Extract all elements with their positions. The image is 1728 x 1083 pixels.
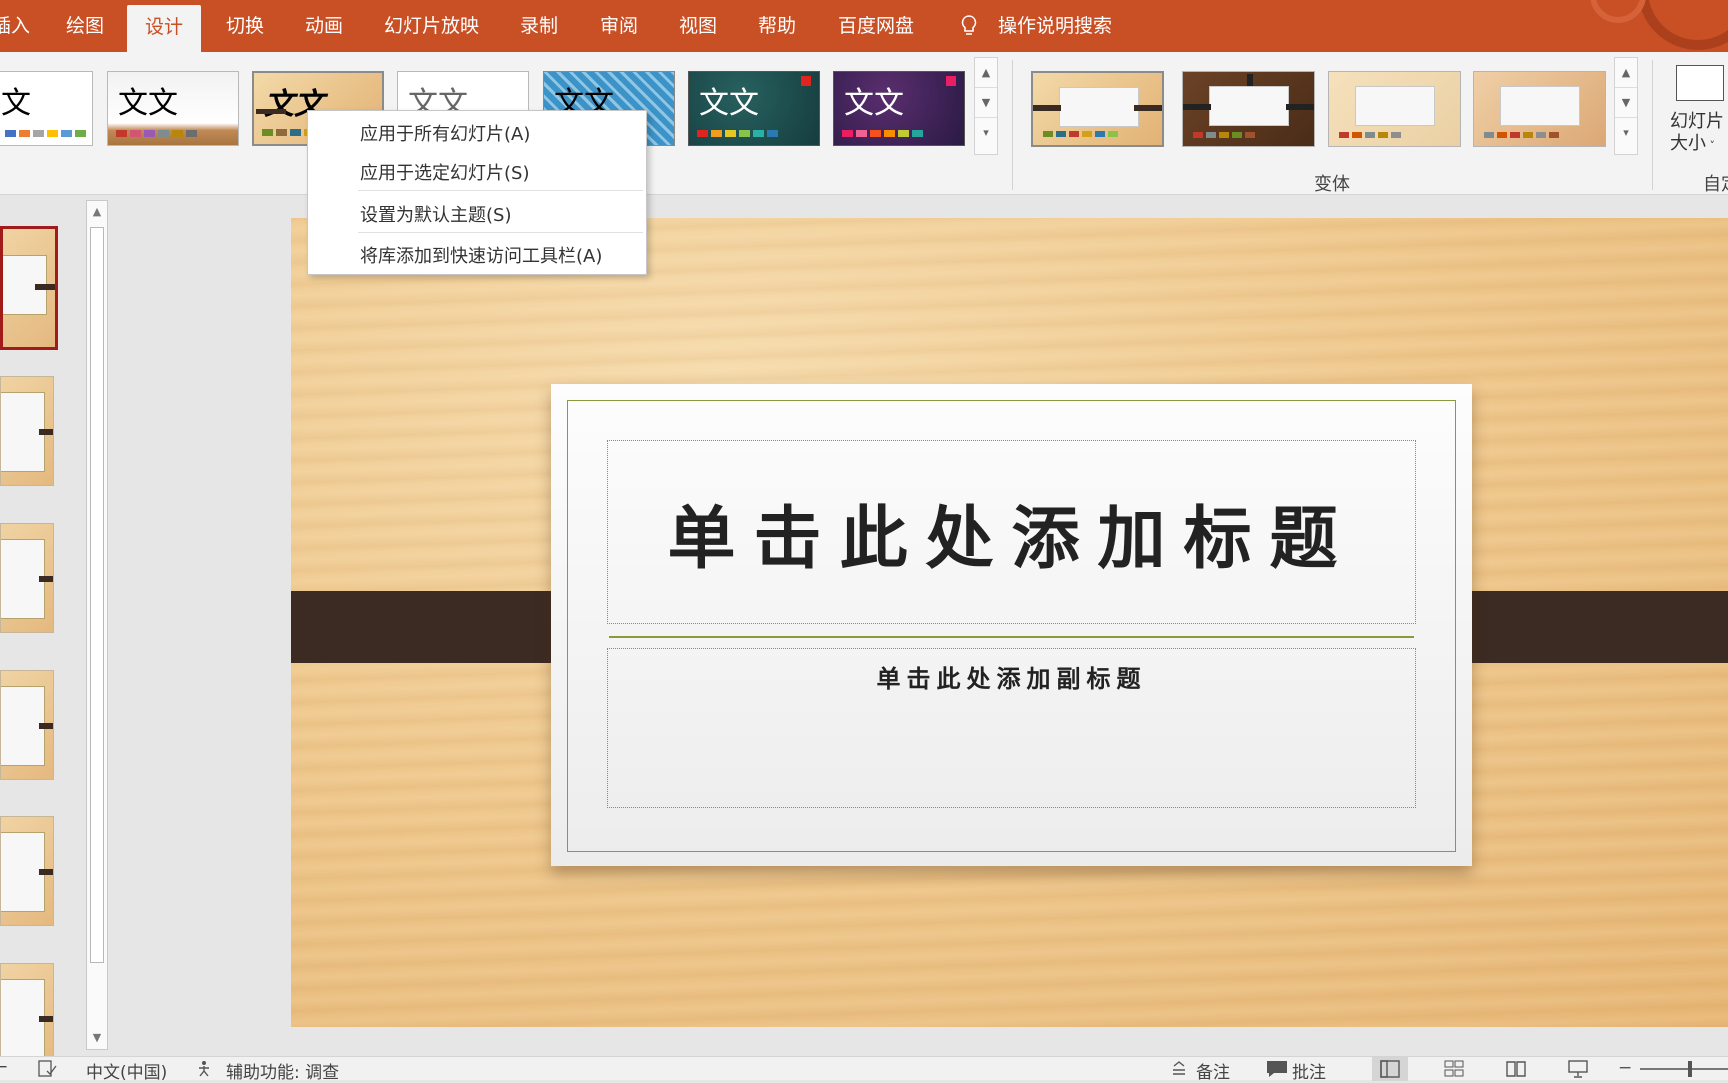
variants-gallery-scroll[interactable]: ▲ ▼ ▾: [1614, 57, 1638, 155]
normal-view-icon: [1380, 1060, 1400, 1078]
tab-design[interactable]: 设计: [127, 5, 202, 52]
theme-ion[interactable]: 文文: [688, 71, 820, 146]
slide-thumbnail[interactable]: [0, 816, 54, 926]
scrollbar-thumb[interactable]: [90, 227, 104, 963]
slide-canvas[interactable]: 单击此处添加标题 单击此处添加副标题: [291, 218, 1728, 1027]
title-separator: [609, 636, 1414, 638]
slide-size-label-2: 大小: [1670, 133, 1706, 154]
title-placeholder[interactable]: 单击此处添加标题: [607, 440, 1416, 624]
reading-view-button[interactable]: [1498, 1057, 1534, 1081]
slide-sorter-icon: [1444, 1060, 1464, 1077]
ribbon-decoration: [1590, 0, 1728, 50]
accessibility-icon: [199, 1061, 209, 1077]
variant-4[interactable]: [1473, 71, 1606, 147]
theme-office[interactable]: 文文: [0, 71, 93, 146]
menu-separator: [358, 232, 643, 233]
menu-item-apply-all[interactable]: 应用于所有幻灯片(A): [360, 120, 530, 146]
gallery-more-icon[interactable]: ▾: [975, 118, 997, 148]
tab-animations[interactable]: 动画: [305, 0, 343, 52]
ribbon-divider: [1012, 60, 1013, 190]
menu-item-apply-selected[interactable]: 应用于选定幻灯片(S): [360, 159, 529, 185]
tab-help[interactable]: 帮助: [758, 0, 796, 52]
ribbon-design-panel: 文文 文文 文文 文文 文文 文文 文文 ▲▼▾: [0, 52, 1728, 195]
menu-item-set-default[interactable]: 设置为默认主题(S): [360, 201, 511, 227]
subtitle-placeholder[interactable]: 单击此处添加副标题: [607, 648, 1416, 808]
normal-view-button[interactable]: [1372, 1057, 1408, 1081]
slide-thumbnail[interactable]: [0, 670, 54, 780]
tab-review[interactable]: 审阅: [600, 0, 638, 52]
themes-gallery-scroll[interactable]: ▲ ▼ ▾: [974, 57, 998, 155]
slide-size-icon: [1676, 65, 1724, 101]
context-menu: 应用于所有幻灯片(A) 应用于选定幻灯片(S) 设置为默认主题(S) 将库添加到…: [307, 110, 647, 275]
variants-group-label: 变体: [1314, 174, 1350, 195]
spelling-check-icon[interactable]: [38, 1060, 58, 1078]
slide-card: 单击此处添加标题 单击此处添加副标题: [551, 384, 1472, 866]
slide-counter-icon: ⌐: [0, 1058, 9, 1078]
comment-icon: [1267, 1061, 1287, 1077]
thumbnail-scrollbar[interactable]: ▲ ▼: [86, 200, 108, 1050]
theme-swatches: [842, 130, 923, 137]
tab-insert[interactable]: 插入: [0, 0, 30, 52]
theme-swatches: [697, 130, 778, 137]
zoom-slider-thumb[interactable]: [1688, 1061, 1692, 1077]
theme-sample-text: 文文: [699, 86, 759, 121]
tab-record[interactable]: 录制: [520, 0, 558, 52]
tab-slideshow[interactable]: 幻灯片放映: [384, 0, 479, 52]
tab-baidu-netdisk[interactable]: 百度网盘: [838, 0, 914, 52]
strap-left: [291, 591, 581, 663]
tab-view[interactable]: 视图: [679, 0, 717, 52]
menu-separator: [358, 190, 643, 191]
menu-item-add-to-qat[interactable]: 将库添加到快速访问工具栏(A): [360, 242, 602, 268]
slide-sorter-button[interactable]: [1436, 1057, 1472, 1081]
slideshow-view-icon: [1568, 1060, 1588, 1078]
theme-sample-text: 文文: [0, 86, 31, 121]
slide-thumbnail[interactable]: [0, 226, 58, 350]
status-bar: ⌐ 中文(中国) 辅助功能: 调查 备注 批注 −: [0, 1056, 1728, 1083]
tell-me-search[interactable]: 操作说明搜索: [998, 0, 1112, 52]
ribbon-divider: [1652, 60, 1653, 190]
subtitle-placeholder-text: 单击此处添加副标题: [876, 664, 1147, 693]
slide-thumbnail[interactable]: [0, 523, 54, 633]
zoom-out-icon[interactable]: −: [1618, 1058, 1632, 1078]
tab-transitions[interactable]: 切换: [226, 0, 264, 52]
variant-1[interactable]: [1031, 71, 1164, 147]
scroll-up-icon[interactable]: ▲: [1615, 58, 1637, 88]
theme-ion-boardroom[interactable]: 文文: [833, 71, 965, 146]
theme-wood-type[interactable]: 文文: [107, 71, 239, 146]
zoom-slider[interactable]: [1640, 1068, 1728, 1070]
theme-sample-text: 文文: [118, 86, 178, 121]
slideshow-view-button[interactable]: [1560, 1057, 1596, 1081]
theme-swatches: [5, 130, 86, 137]
scroll-up-icon[interactable]: ▲: [975, 58, 997, 88]
tab-draw[interactable]: 绘图: [66, 0, 104, 52]
theme-sample-text: 文文: [844, 86, 904, 121]
theme-swatches: [116, 130, 197, 137]
strap-right: [1439, 591, 1728, 663]
ribbon-tab-bar: 插入 绘图 设计 切换 动画 幻灯片放映 录制 审阅 视图 帮助 百度网盘 操作…: [0, 0, 1728, 52]
slide-size-button[interactable]: 幻灯片 大小 ˅: [1670, 57, 1728, 167]
scroll-down-icon[interactable]: ▼: [1615, 88, 1637, 118]
lightbulb-icon: [961, 15, 977, 35]
scroll-up-icon[interactable]: ▲: [87, 201, 107, 223]
comments-button[interactable]: 批注: [1292, 1058, 1326, 1083]
accessibility-status[interactable]: 辅助功能: 调查: [226, 1058, 339, 1083]
gallery-more-icon[interactable]: ▾: [1615, 118, 1637, 148]
notes-icon: [1173, 1061, 1185, 1075]
variant-3[interactable]: [1328, 71, 1461, 147]
scroll-down-icon[interactable]: ▼: [87, 1027, 107, 1049]
notes-button[interactable]: 备注: [1196, 1058, 1230, 1083]
scroll-down-icon[interactable]: ▼: [975, 88, 997, 118]
customize-group-label: 自定: [1703, 174, 1728, 195]
reading-view-icon: [1506, 1061, 1526, 1077]
slide-thumbnail[interactable]: [0, 376, 54, 486]
title-placeholder-text: 单击此处添加标题: [667, 498, 1356, 579]
variant-2[interactable]: [1182, 71, 1315, 147]
language-indicator[interactable]: 中文(中国): [86, 1058, 167, 1083]
